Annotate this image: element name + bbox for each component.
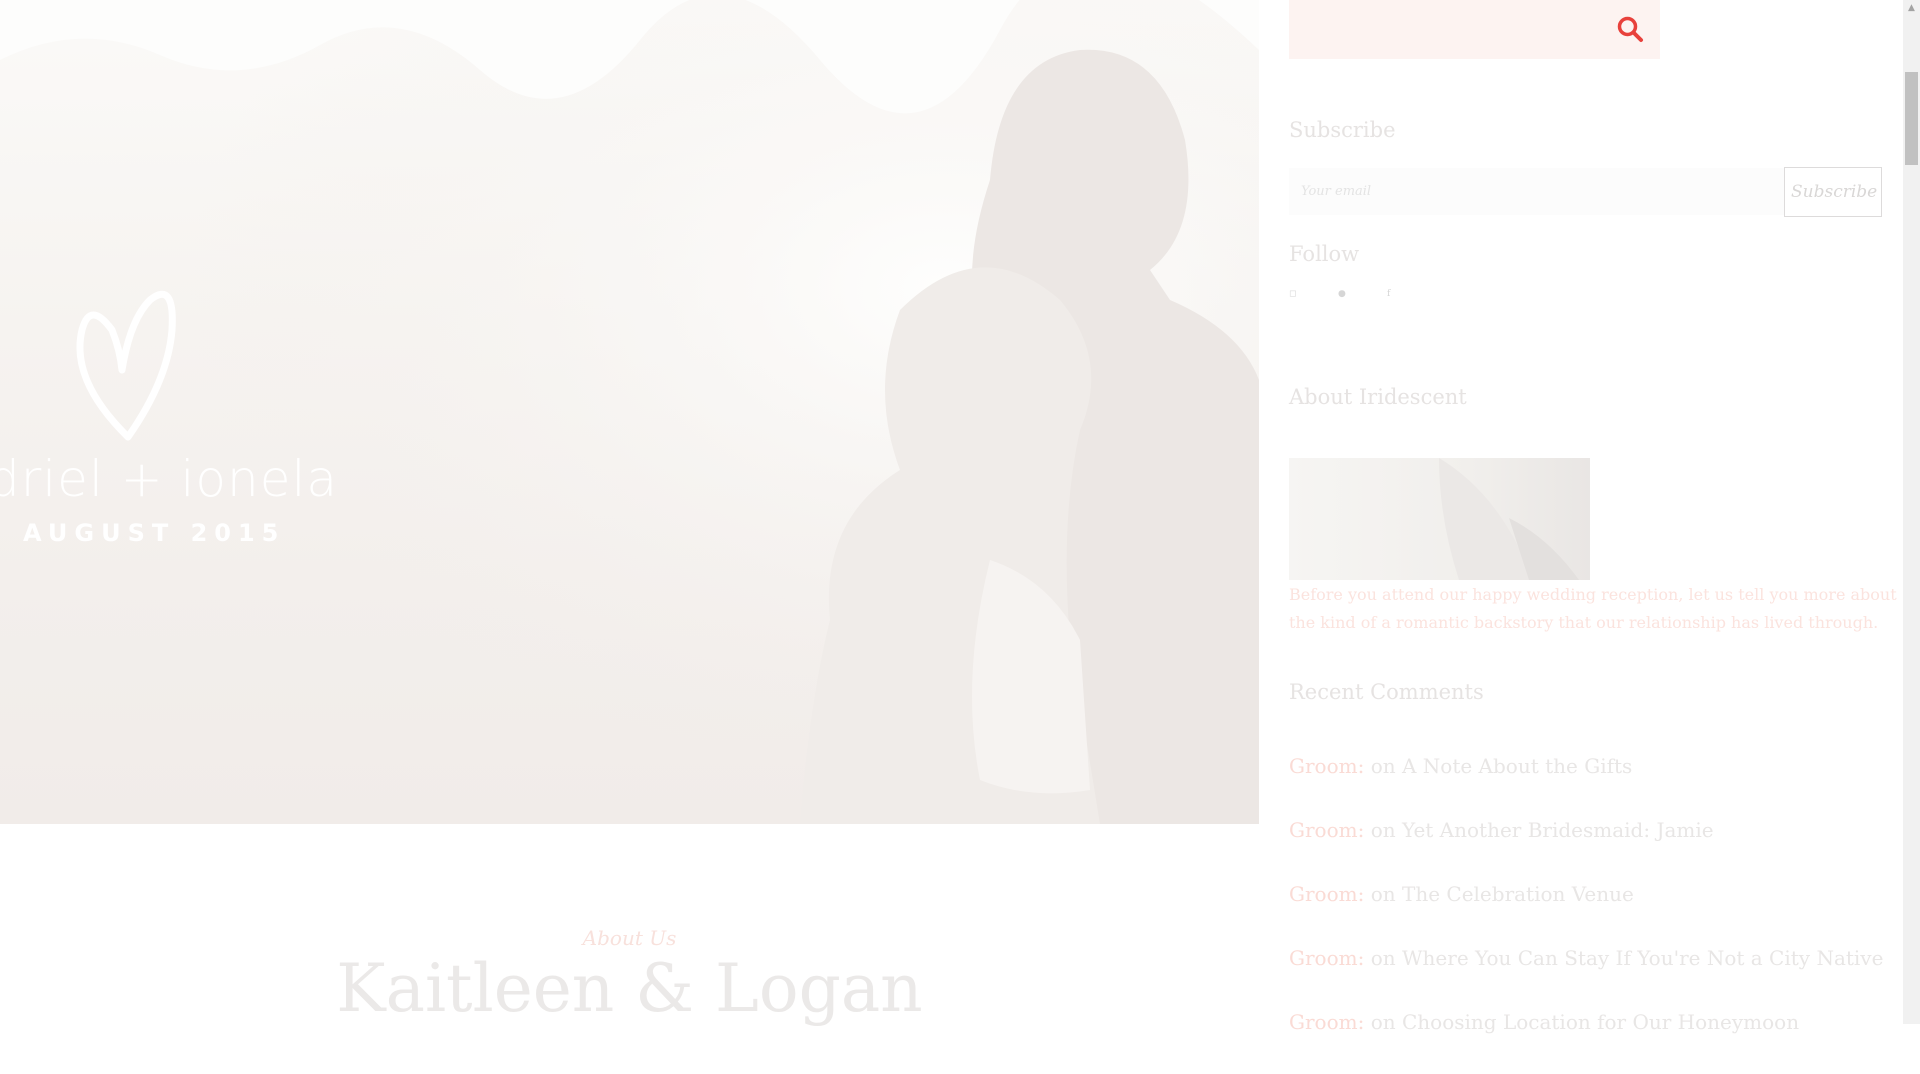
email-field[interactable] [1289,168,1785,215]
list-item: Groom: on Choosing Location for Our Hone… [1289,1010,1800,1034]
comment-on: on [1370,754,1396,778]
search-box[interactable] [1289,0,1660,59]
about-widget-title: About Iridescent [1289,385,1467,409]
comment-author[interactable]: Groom [1289,818,1358,842]
search-icon[interactable] [1616,15,1644,43]
list-item: Groom: on A Note About the Gifts [1289,754,1633,778]
comment-author[interactable]: Groom [1289,1010,1358,1034]
hero-image: driel + ionela 3 AUGUST 2015 [0,0,1259,824]
comment-author[interactable]: Groom [1289,754,1358,778]
about-eyebrow: About Us [582,926,677,950]
scrollbar[interactable]: ▲ [1903,0,1920,1024]
hero-date: 3 AUGUST 2015 [0,519,286,547]
comment-on: on [1370,1010,1396,1034]
couple-silhouette-image [0,0,1259,824]
list-item: Groom: on The Celebration Venue [1289,882,1634,906]
comment-on: on [1370,818,1396,842]
sidebar: Subscribe Subscribe Follow ◻ ● f About I… [1289,0,1899,1034]
about-widget-image [1289,458,1590,580]
comment-post-link[interactable]: Choosing Location for Our Honeymoon [1402,1010,1799,1034]
scroll-up-arrow-icon[interactable]: ▲ [1903,0,1920,17]
follow-icons: ◻ ● f [1289,290,1396,299]
about-widget-text: Before you attend our happy wedding rece… [1289,585,1897,632]
about-widget-photo [1439,458,1579,580]
comment-on: on [1370,882,1396,906]
hero-names: driel + ionela [0,450,338,508]
comment-post-link[interactable]: Yet Another Bridesmaid: Jamie [1402,818,1714,842]
recent-comments-list: Groom: on A Note About the Gifts Groom: … [1289,754,1899,1074]
instagram-icon[interactable]: ◻ [1289,290,1298,299]
comment-post-link[interactable]: Where You Can Stay If You're Not a City … [1402,946,1883,970]
subscribe-button[interactable]: Subscribe [1784,167,1882,217]
subscribe-title: Subscribe [1289,118,1396,142]
comment-post-link[interactable]: A Note About the Gifts [1402,754,1632,778]
comment-post-link[interactable]: The Celebration Venue [1402,882,1634,906]
comment-on: on [1370,946,1396,970]
scroll-thumb[interactable] [1905,72,1918,165]
recent-comments-title: Recent Comments [1289,680,1484,704]
follow-title: Follow [1289,242,1360,266]
list-item: Groom: on Yet Another Bridesmaid: Jamie [1289,818,1714,842]
pinterest-icon[interactable]: ● [1338,290,1347,299]
comment-author[interactable]: Groom [1289,946,1358,970]
list-item: Groom: on Where You Can Stay If You're N… [1289,946,1884,970]
about-title: Kaitleen & Logan [336,950,923,1027]
comment-author[interactable]: Groom [1289,882,1358,906]
facebook-icon[interactable]: f [1387,290,1396,299]
